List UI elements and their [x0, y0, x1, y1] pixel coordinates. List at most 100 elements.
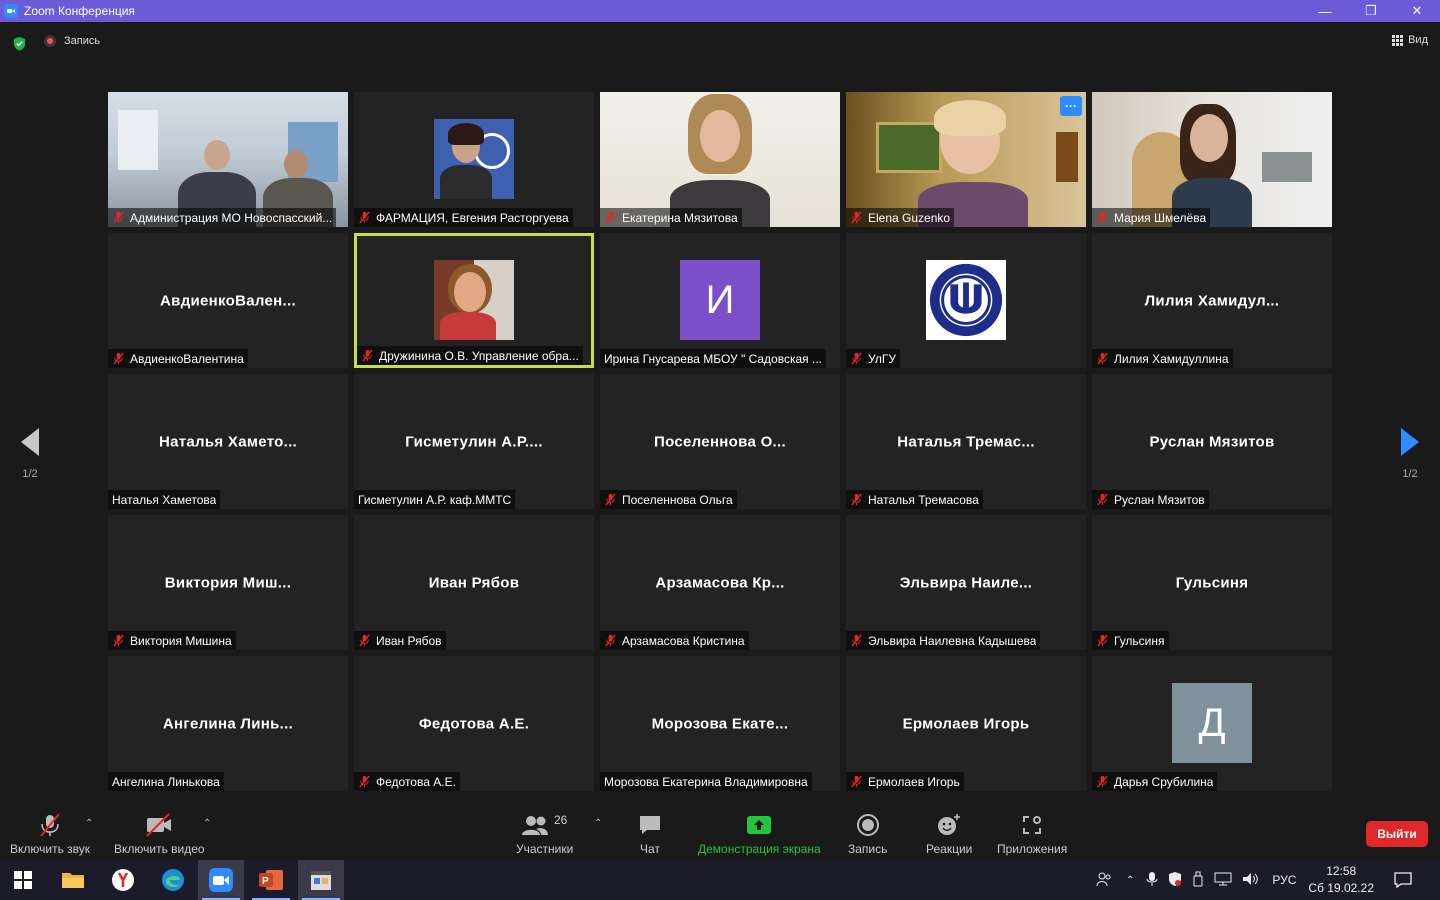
taskbar-edge[interactable]: [150, 860, 196, 900]
participants-button[interactable]: 26 Участники: [516, 812, 573, 856]
participant-tile[interactable]: Екатерина Мязитова: [600, 92, 840, 227]
participants-count: 26: [553, 813, 568, 827]
participant-display-name: Федотова А.Е.: [418, 715, 530, 732]
arrow-right-icon: [1401, 428, 1419, 456]
muted-mic-icon: [1097, 493, 1108, 506]
restore-button[interactable]: ❐: [1348, 0, 1394, 22]
participants-icon-wrap: 26: [521, 812, 568, 838]
arrow-left-icon: [21, 428, 39, 456]
muted-mic-icon: [605, 493, 616, 506]
participant-tile[interactable]: Мария Шмелёва: [1092, 92, 1332, 227]
participant-tile[interactable]: Ермолаев Игорь Ермолаев Игорь: [846, 656, 1086, 791]
muted-mic-icon: [605, 634, 616, 647]
participant-tile[interactable]: И Ирина Гнусарева МБОУ " Садовская ...: [600, 233, 840, 368]
leave-meeting-button[interactable]: Выйти: [1366, 821, 1428, 847]
participant-tile[interactable]: Наталья Хамето... Наталья Хаметова: [108, 374, 348, 509]
muted-mic-icon: [851, 493, 862, 506]
participant-tile[interactable]: Наталья Тремас... Наталья Тремасова: [846, 374, 1086, 509]
muted-mic-icon: [851, 211, 862, 224]
mic-muted-icon: [37, 812, 63, 838]
people-icon[interactable]: [1096, 871, 1112, 890]
grid-view-icon: [1392, 34, 1404, 46]
windows-taskbar: P ⌃ РУС 12:58 Сб 19.02.22: [0, 860, 1440, 900]
apps-icon: [1020, 812, 1044, 838]
close-button[interactable]: ✕: [1394, 0, 1440, 22]
participant-name-label: Арзамасова Кристина: [600, 631, 749, 650]
security-shield-icon[interactable]: [12, 36, 27, 51]
participant-tile[interactable]: Д Дарья Срубилина: [1092, 656, 1332, 791]
participant-avatar: И: [680, 260, 760, 340]
microphone-tray-icon[interactable]: [1146, 871, 1158, 890]
participant-tile[interactable]: Виктория Миш... Виктория Мишина: [108, 515, 348, 650]
clock-time: 12:58: [1326, 864, 1357, 878]
network-tray-icon[interactable]: [1214, 872, 1232, 889]
participant-name-label: Поселеннова Ольга: [600, 490, 737, 509]
yandex-browser-icon: [112, 869, 134, 891]
action-center-button[interactable]: [1380, 860, 1426, 900]
participant-display-name: АвдиенкоВален...: [160, 292, 296, 309]
taskbar-movie-maker[interactable]: [298, 860, 344, 900]
show-hidden-icons-chevron-icon[interactable]: ⌃: [1126, 875, 1134, 886]
reactions-button[interactable]: Реакции: [926, 812, 972, 856]
input-language[interactable]: РУС: [1272, 873, 1296, 887]
participant-tile[interactable]: Арзамасова Кр... Арзамасова Кристина: [600, 515, 840, 650]
participant-tile[interactable]: УлГУ: [846, 233, 1086, 368]
page-indicator-right: 1/2: [1402, 468, 1418, 480]
record-button[interactable]: Запись: [848, 812, 887, 856]
taskbar-yandex-browser[interactable]: [100, 860, 146, 900]
participant-tile[interactable]: Морозова Екате... Морозова Екатерина Вла…: [600, 656, 840, 791]
taskbar-clock[interactable]: 12:58 Сб 19.02.22: [1308, 863, 1374, 897]
taskbar-file-explorer[interactable]: [50, 860, 96, 900]
unmute-button[interactable]: Включить звук: [10, 812, 90, 856]
participant-tile[interactable]: АвдиенкоВален... АвдиенкоВалентина: [108, 233, 348, 368]
muted-mic-icon: [113, 634, 124, 647]
defender-tray-icon[interactable]: [1168, 871, 1182, 890]
participant-tile[interactable]: Гисметулин А.Р.... Гисметулин А.Р. каф.М…: [354, 374, 594, 509]
participants-options-chevron-icon[interactable]: ⌃: [594, 818, 602, 829]
next-page-button[interactable]: 1/2: [1380, 400, 1440, 500]
participant-name-label: Екатерина Мязитова: [600, 208, 742, 227]
participant-name-label: Морозова Екатерина Владимировна: [600, 772, 812, 791]
video-options-chevron-icon[interactable]: ⌃: [203, 818, 211, 829]
usb-tray-icon[interactable]: [1192, 871, 1204, 890]
participant-name-label: Гисметулин А.Р. каф.ММТС: [354, 490, 516, 509]
windows-start-button[interactable]: [0, 860, 46, 900]
prev-page-button[interactable]: 1/2: [0, 400, 60, 500]
participant-name-label: Ангелина Линькова: [108, 772, 224, 791]
recording-indicator[interactable]: Запись: [44, 35, 100, 47]
participant-tile[interactable]: Ангелина Линь... Ангелина Линькова: [108, 656, 348, 791]
minimize-button[interactable]: —: [1302, 0, 1348, 22]
taskbar-zoom[interactable]: [198, 860, 244, 900]
participant-tile[interactable]: Лилия Хамидул... Лилия Хамидуллина: [1092, 233, 1332, 368]
taskbar-powerpoint[interactable]: P: [248, 860, 294, 900]
participant-tile[interactable]: Руслан Мязитов Руслан Мязитов: [1092, 374, 1332, 509]
view-label: Вид: [1408, 34, 1428, 46]
apps-button[interactable]: Приложения: [997, 812, 1067, 856]
participant-video: [434, 260, 514, 340]
participant-tile[interactable]: Федотова А.Е. Федотова А.Е.: [354, 656, 594, 791]
muted-mic-icon: [113, 211, 124, 224]
participant-tile-active-speaker[interactable]: Дружинина О.В. Управление обра...: [354, 233, 594, 368]
volume-tray-icon[interactable]: [1242, 872, 1260, 889]
participant-tile[interactable]: ФАРМАЦИЯ, Евгения Расторгуева: [354, 92, 594, 227]
view-button[interactable]: Вид: [1392, 34, 1428, 46]
participant-tile[interactable]: Поселеннова О... Поселеннова Ольга: [600, 374, 840, 509]
chat-button[interactable]: Чат: [638, 812, 662, 856]
participant-display-name: Гульсиня: [1175, 574, 1249, 591]
participant-name-label: Дарья Срубилина: [1092, 772, 1218, 791]
participant-video: [108, 92, 348, 227]
more-options-button[interactable]: ···: [1060, 96, 1082, 116]
page-indicator-left: 1/2: [22, 468, 38, 480]
participant-tile[interactable]: Эльвира Наиле... Эльвира Наилевна Кадыше…: [846, 515, 1086, 650]
start-video-button[interactable]: Включить видео: [114, 812, 205, 856]
notifications-icon: [1394, 872, 1412, 888]
participant-tile[interactable]: Гульсиня Гульсиня: [1092, 515, 1332, 650]
participant-display-name: Лилия Хамидул...: [1144, 292, 1280, 309]
university-logo-icon: [926, 260, 1006, 340]
participant-tile[interactable]: Администрация МО Новоспасский...: [108, 92, 348, 227]
participant-tile[interactable]: Иван Рябов Иван Рябов: [354, 515, 594, 650]
audio-options-chevron-icon[interactable]: ⌃: [85, 818, 93, 829]
participant-tile[interactable]: ··· Elena Guzenko: [846, 92, 1086, 227]
share-screen-button[interactable]: Демонстрация экрана: [698, 812, 821, 856]
muted-mic-icon: [851, 634, 862, 647]
